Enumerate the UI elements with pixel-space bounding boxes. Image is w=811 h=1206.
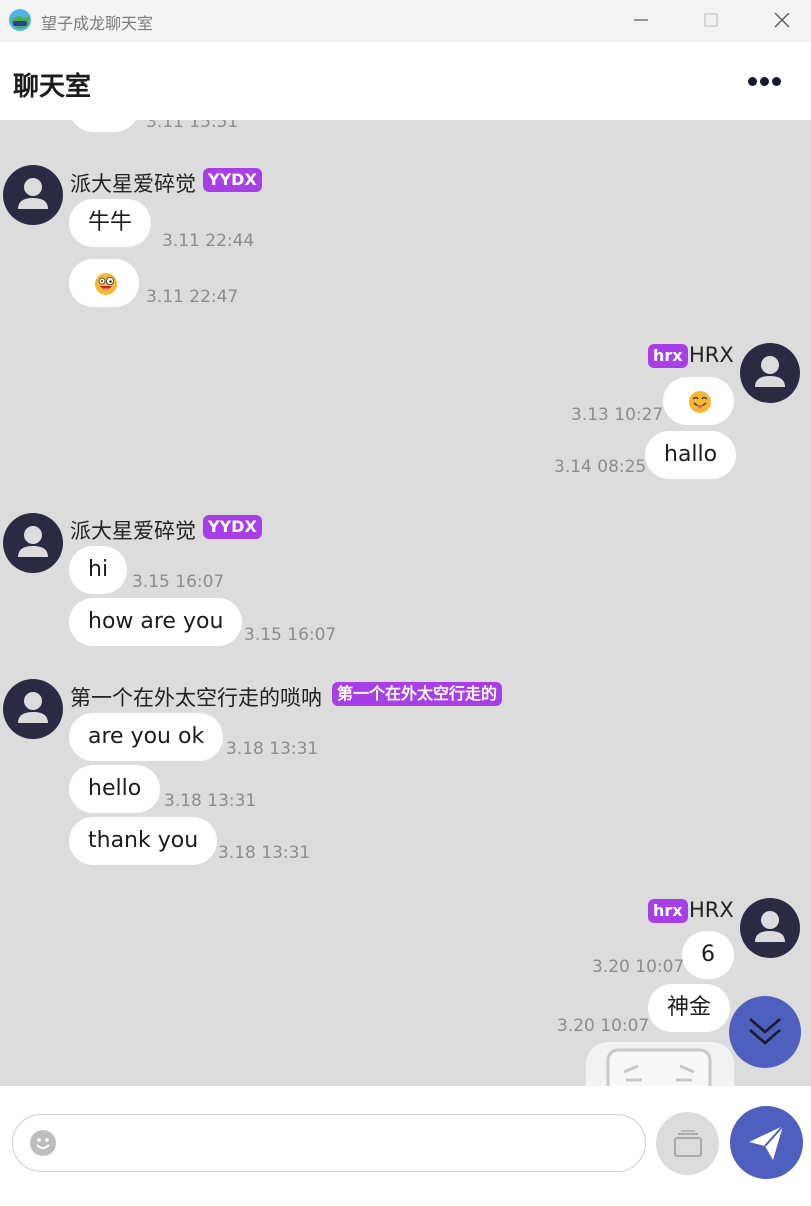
close-icon (774, 13, 790, 28)
scroll-to-bottom-button[interactable] (729, 996, 801, 1068)
minimize-button[interactable] (618, 0, 664, 42)
sender-name: HRX (689, 898, 734, 922)
message-bubble[interactable]: hallo (645, 431, 737, 479)
avatar[interactable] (740, 898, 800, 958)
maximize-icon (704, 13, 718, 27)
paper-plane-icon (749, 1125, 784, 1160)
sender-name: HRX (689, 343, 734, 367)
message-time: 3.15 16:07 (132, 572, 225, 592)
smiley-icon[interactable] (29, 1129, 57, 1157)
minimize-icon (634, 19, 648, 21)
message-bubble[interactable]: 神金 (648, 984, 731, 1032)
send-button[interactable] (730, 1106, 803, 1179)
message-input-box[interactable] (12, 1114, 646, 1172)
image-icon (674, 1130, 702, 1157)
chevron-double-down-icon (749, 1018, 781, 1045)
message-bubble[interactable]: 6 (682, 931, 734, 979)
app-header: 聊天室 (0, 42, 811, 120)
maximize-button[interactable] (688, 0, 734, 42)
window-title: 望子成龙聊天室 (41, 14, 154, 33)
more-button[interactable] (742, 68, 786, 96)
message-bubble[interactable]: 牛牛 (69, 199, 152, 247)
message-bubble[interactable]: are you ok (69, 713, 224, 761)
message-time: 3.15 16:07 (244, 625, 337, 645)
message-time: 3.18 13:31 (218, 843, 311, 863)
close-button[interactable] (759, 0, 805, 42)
message-composer (0, 1086, 811, 1206)
page-title: 聊天室 (13, 72, 92, 102)
user-badge: hrx (648, 899, 688, 923)
chat-messages[interactable]: 3.11 15:51 派大星爱碎觉 YYDX 牛牛 3.11 22:44 3.1… (0, 120, 811, 1086)
app-logo-icon (9, 9, 31, 31)
window-titlebar: 望子成龙聊天室 (0, 0, 811, 42)
message-time: 3.11 22:44 (162, 231, 255, 251)
message-bubble[interactable]: hello (69, 765, 161, 813)
message-time: 3.20 10:07 (592, 957, 685, 977)
face-with-tongue-icon (689, 391, 711, 413)
sender-name: 派大星爱碎觉 (70, 172, 196, 196)
avatar[interactable] (3, 679, 63, 739)
message-time: 3.18 13:31 (164, 791, 257, 811)
user-badge: YYDX (203, 168, 262, 192)
message-time: 3.13 10:27 (571, 405, 664, 425)
message-time: 3.14 08:25 (554, 457, 647, 477)
message-bubble[interactable]: hi (69, 546, 128, 594)
sticker-image[interactable] (586, 1042, 734, 1086)
message-input[interactable] (71, 1125, 631, 1161)
avatar[interactable] (3, 513, 63, 573)
user-badge: hrx (648, 344, 688, 368)
avatar[interactable] (3, 165, 63, 225)
sender-name: 派大星爱碎觉 (70, 519, 196, 543)
user-badge: YYDX (203, 515, 262, 539)
avatar[interactable] (740, 343, 800, 403)
message-time: 3.20 10:07 (557, 1016, 650, 1036)
message-bubble[interactable]: thank you (69, 817, 218, 865)
zany-face-icon (95, 273, 117, 295)
sender-name: 第一个在外太空行走的唢呐 (70, 686, 322, 710)
message-time: 3.11 15:51 (146, 120, 239, 132)
message-bubble[interactable] (69, 120, 139, 132)
message-bubble[interactable] (663, 377, 734, 425)
message-bubble[interactable]: how are you (69, 598, 243, 646)
message-bubble[interactable] (69, 259, 139, 307)
message-time: 3.18 13:31 (226, 739, 319, 759)
image-upload-button[interactable] (656, 1112, 719, 1175)
more-dots-icon (748, 77, 757, 86)
user-badge: 第一个在外太空行走的 (332, 682, 503, 706)
message-time: 3.11 22:47 (146, 287, 239, 307)
